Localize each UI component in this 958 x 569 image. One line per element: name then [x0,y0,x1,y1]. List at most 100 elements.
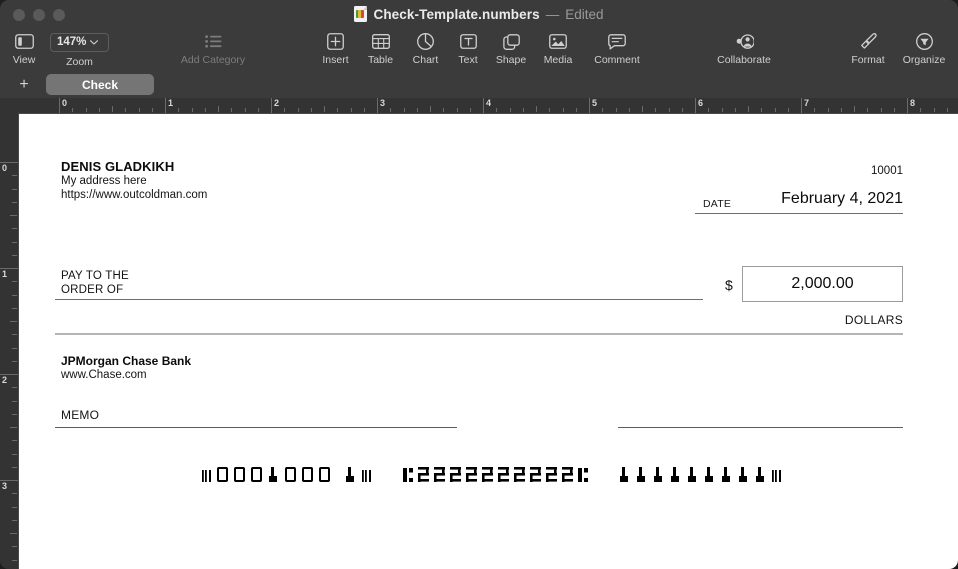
numbers-window: Check-Template.numbers — Edited View 147… [0,0,958,569]
toolbar-label-format: Format [851,54,885,66]
micr-on-us-icon [201,465,214,484]
chart-pie-icon [417,31,434,52]
close-window-button[interactable] [13,9,25,21]
payer-name: DENIS GLADKIKH [61,159,175,174]
micr-digit [652,465,667,484]
bank-website: www.Chase.com [61,369,147,381]
ruler-corner [0,98,19,114]
amount-words-rule [55,333,903,335]
comment-icon [608,31,626,52]
toolbar-button-comment[interactable]: Comment [582,28,652,74]
micr-digit [465,465,479,484]
text-box-icon [459,31,477,52]
main-toolbar: View 147% Zoom Add Category Insert Table… [0,28,958,72]
micr-account-group [402,465,592,484]
toolbar-label-add-category: Add Category [180,54,246,66]
hruler-tick-5: 5 [592,98,598,108]
organize-icon [915,31,933,52]
micr-transit-icon [402,465,415,484]
toolbar-label-text: Text [458,54,478,66]
micr-transit-icon [577,465,590,484]
hruler-tick-1: 1 [168,98,174,108]
micr-digit [561,465,575,484]
micr-digit [635,465,650,484]
toolbar-label-organize: Organize [902,54,946,66]
toolbar-button-shape[interactable]: Shape [488,28,534,74]
table-icon [371,31,390,52]
sheet-tab-check[interactable]: Check [46,74,154,95]
spreadsheet-canvas[interactable]: DENIS GLADKIKH My address here https://w… [19,114,958,569]
toolbar-button-format[interactable]: Format [843,28,893,74]
micr-digit [449,465,463,484]
zoom-window-button[interactable] [53,9,65,21]
micr-digit [481,465,495,484]
collaborate-icon [735,31,754,52]
memo-underline[interactable] [55,427,457,428]
document-edit-state: Edited [565,6,604,22]
micr-digit [417,465,431,484]
micr-digit [233,465,248,484]
format-brush-icon [859,31,877,52]
toolbar-button-media[interactable]: Media [534,28,582,74]
date-value[interactable]: February 4, 2021 [719,190,903,208]
hruler-tick-0: 0 [62,98,68,108]
sheet-tab-bar: + Check [0,71,958,99]
micr-digit [618,465,633,484]
hruler-tick-7: 7 [804,98,810,108]
toolbar-label-media: Media [543,54,573,66]
toolbar-label-insert: Insert [322,54,349,66]
micr-digit [250,465,265,484]
memo-label: MEMO [61,408,100,422]
micr-digit [545,465,559,484]
toolbar-label-collaborate: Collaborate [717,54,771,66]
toolbar-label-zoom: Zoom [66,56,93,68]
currency-symbol: $ [725,277,733,293]
hruler-tick-4: 4 [486,98,492,108]
payer-website: https://www.outcoldman.com [61,189,208,201]
toolbar-label-zoom-wrap: Zoom [50,28,109,71]
payee-underline[interactable] [55,299,703,300]
minimize-window-button[interactable] [33,9,45,21]
vertical-ruler[interactable]: 0 1 2 3 [0,113,19,569]
toolbar-button-insert[interactable]: Insert [313,28,358,74]
hruler-tick-6: 6 [698,98,704,108]
vruler-tick-3: 3 [2,481,8,491]
toolbar-button-text[interactable]: Text [448,28,488,74]
micr-digit [720,465,735,484]
toolbar-label-shape: Shape [495,54,527,66]
signature-underline[interactable] [618,427,903,428]
title-separator: — [545,6,560,22]
vruler-tick-2: 2 [2,375,8,385]
numbers-document-icon [354,6,368,22]
micr-line [55,445,903,509]
toolbar-label-chart: Chart [412,54,439,66]
date-underline [695,213,903,214]
toolbar-label-table: Table [367,54,394,66]
toolbar-button-add-category[interactable]: Add Category [160,28,266,74]
toolbar-button-organize[interactable]: Organize [893,28,955,74]
list-icon [204,31,222,52]
micr-digit [529,465,543,484]
order-of-label: ORDER OF [61,284,124,296]
add-sheet-button[interactable]: + [14,75,34,94]
horizontal-ruler[interactable]: 0 1 2 3 4 5 6 7 8 [18,98,958,114]
toolbar-button-view[interactable]: View [4,28,44,74]
insert-function-icon [327,31,344,52]
micr-on-us-icon [771,465,784,484]
pay-to-the-label: PAY TO THE [61,270,129,282]
micr-digit [318,465,333,484]
micr-digit [344,465,359,484]
document-title-group: Check-Template.numbers — Edited [0,0,958,28]
toolbar-button-table[interactable]: Table [358,28,403,74]
amount-box[interactable]: 2,000.00 [742,266,903,302]
traffic-light-group [13,9,65,21]
amount-value: 2,000.00 [791,275,854,292]
hruler-tick-2: 2 [274,98,280,108]
toolbar-button-chart[interactable]: Chart [403,28,448,74]
media-image-icon [549,31,567,52]
window-titlebar: Check-Template.numbers — Edited [0,0,958,28]
vruler-tick-0: 0 [2,163,8,173]
document-name: Check-Template.numbers [373,6,540,22]
toolbar-label-view: View [12,54,36,66]
toolbar-button-collaborate[interactable]: Collaborate [700,28,788,74]
